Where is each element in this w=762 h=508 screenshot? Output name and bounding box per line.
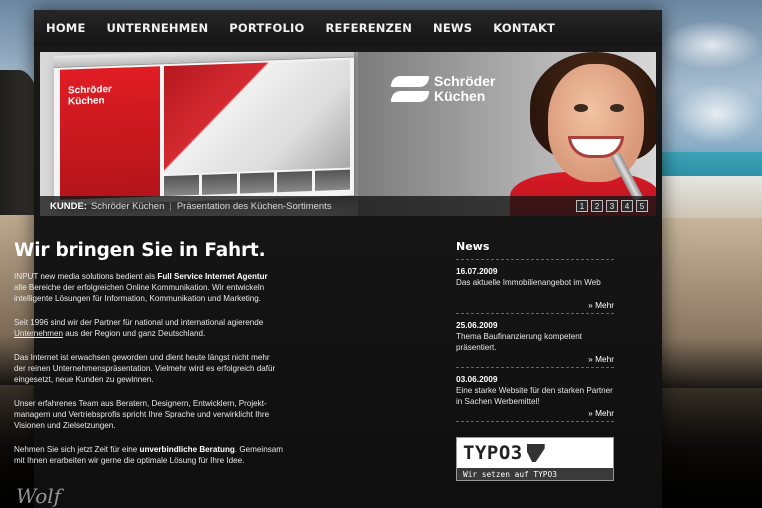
- typo3-logo-text: TYPO3: [463, 442, 523, 464]
- text: managern und Vertriebsprofis spricht Ihr…: [14, 410, 270, 419]
- caption-description: Präsentation des Küchen-Sortiments: [176, 200, 332, 212]
- text: alle Bereiche der erfolgreichen Online K…: [14, 283, 265, 292]
- news-date: 16.07.2009: [456, 266, 498, 276]
- nav-unternehmen[interactable]: UNTERNEHMEN: [107, 21, 209, 35]
- news-sidebar: News 16.07.2009 Das aktuelle Immobiliena…: [456, 240, 614, 422]
- news-text: Thema Baufinanzierung kompetent präsenti…: [456, 332, 582, 352]
- news-more-link[interactable]: » Mehr: [588, 354, 614, 364]
- text: Seit 1996 sind wir der Partner für natio…: [14, 318, 264, 327]
- text: Unser erfahrenes Team aus Beratern, Desi…: [14, 399, 267, 408]
- website-screenshot: Schröder Küchen: [54, 52, 354, 206]
- client-logo-text: Schröder Küchen: [434, 74, 495, 104]
- news-date: 25.06.2009: [456, 320, 498, 330]
- typo3-icon: [526, 444, 545, 462]
- thumbnail: [239, 172, 275, 194]
- intro-content: Wir bringen Sie in Fahrt. INPUT new medi…: [14, 240, 314, 466]
- intro-paragraph-1: INPUT new media solutions bedient als Fu…: [14, 271, 314, 304]
- woman-photo: [510, 52, 656, 216]
- text: Nehmen Sie sich jetzt Zeit für eine: [14, 445, 140, 454]
- news-date: 03.06.2009: [456, 374, 498, 384]
- typo3-badge[interactable]: TYPO3 Wir setzen auf TYPO3: [456, 437, 614, 481]
- text: aus der Region und ganz Deutschland.: [63, 329, 206, 338]
- text-bold: Full Service Internet Agentur: [157, 272, 268, 281]
- kitchen-photo: [164, 59, 350, 175]
- screenshot-logo: Schröder Küchen: [68, 84, 112, 108]
- nav-home[interactable]: HOME: [46, 21, 86, 35]
- pager-button-5[interactable]: 5: [636, 200, 648, 212]
- photo-eye: [574, 104, 588, 112]
- photo-face: [548, 64, 644, 182]
- thumbnail: [164, 174, 199, 197]
- caption-label: KUNDE:: [50, 200, 87, 212]
- background-cloud: [662, 20, 762, 70]
- text: der reinen Unternehmenspräsentation. Vie…: [14, 364, 276, 373]
- news-item: 16.07.2009 Das aktuelle Immobilienangebo…: [456, 260, 614, 314]
- text: eingesetzt, neue Kunden zu gewinnen.: [14, 375, 154, 384]
- signature: Wolf: [16, 484, 62, 508]
- background-cloud: [672, 84, 762, 144]
- thumbnail: [201, 173, 237, 195]
- pager-button-2[interactable]: 2: [591, 200, 603, 212]
- nav-kontakt[interactable]: KONTAKT: [493, 21, 555, 35]
- news-more-link[interactable]: » Mehr: [588, 408, 614, 418]
- page-headline: Wir bringen Sie in Fahrt.: [14, 240, 266, 261]
- text: intelligente Lösungen für Information, K…: [14, 294, 262, 303]
- client-logo-line1: Schröder: [434, 73, 496, 89]
- screenshot-thumbnails: [164, 169, 350, 197]
- typo3-tagline: Wir setzen auf TYPO3: [457, 468, 613, 480]
- unternehmen-link[interactable]: Unternehmen: [14, 329, 63, 338]
- news-more-link[interactable]: » Mehr: [588, 300, 614, 310]
- thumbnail: [315, 169, 350, 191]
- typo3-logo: TYPO3: [463, 442, 545, 464]
- main-navigation: HOME UNTERNEHMEN PORTFOLIO REFERENZEN NE…: [34, 10, 662, 46]
- news-text: Das aktuelle Immobilienangebot im Web: [456, 278, 601, 287]
- intro-paragraph-5: Nehmen Sie sich jetzt Zeit für eine unve…: [14, 444, 314, 466]
- pager-button-1[interactable]: 1: [576, 200, 588, 212]
- intro-paragraph-2: Seit 1996 sind wir der Partner für natio…: [14, 317, 314, 339]
- text: INPUT new media solutions bedient als: [14, 272, 158, 281]
- text: Visionen und Zielsetzungen.: [14, 421, 116, 430]
- screenshot-logo-line1: Schröder: [68, 83, 112, 97]
- banner-pager: 1 2 3 4 5: [576, 200, 648, 212]
- client-logo-icon: [392, 74, 428, 104]
- text: Das Internet ist erwachsen geworden und …: [14, 353, 270, 362]
- text: mit Ihnen erarbeiten wir gerne die optim…: [14, 456, 245, 465]
- news-title: News: [456, 240, 614, 260]
- intro-paragraph-3: Das Internet ist erwachsen geworden und …: [14, 352, 314, 385]
- screenshot-logo-line2: Küchen: [68, 95, 105, 108]
- text: . Gemeinsam: [234, 445, 283, 454]
- caption-client: Schröder Küchen: [90, 200, 165, 212]
- client-logo-line2: Küchen: [434, 88, 486, 104]
- nav-referenzen[interactable]: REFERENZEN: [325, 21, 412, 35]
- nav-portfolio[interactable]: PORTFOLIO: [229, 21, 304, 35]
- news-text: Eine starke Website für den starken Part…: [456, 386, 613, 406]
- pager-button-4[interactable]: 4: [621, 200, 633, 212]
- pager-button-3[interactable]: 3: [606, 200, 618, 212]
- background-surf: [660, 176, 762, 218]
- nav-news[interactable]: NEWS: [433, 21, 472, 35]
- news-item: 25.06.2009 Thema Baufinanzierung kompete…: [456, 314, 614, 368]
- intro-paragraph-4: Unser erfahrenes Team aus Beratern, Desi…: [14, 398, 314, 431]
- caption-separator: |: [169, 200, 172, 212]
- thumbnail: [277, 170, 313, 193]
- photo-eye: [610, 104, 624, 112]
- client-logo: Schröder Küchen: [392, 74, 495, 104]
- text-bold: unverbindliche Beratung: [139, 445, 235, 454]
- banner-caption: KUNDE: Schröder Küchen | Präsentation de…: [40, 196, 656, 216]
- reference-banner: Schröder Küchen Schröder Küchen KUNDE: S…: [40, 52, 656, 216]
- background-sand: [660, 218, 762, 388]
- news-item: 03.06.2009 Eine starke Website für den s…: [456, 368, 614, 422]
